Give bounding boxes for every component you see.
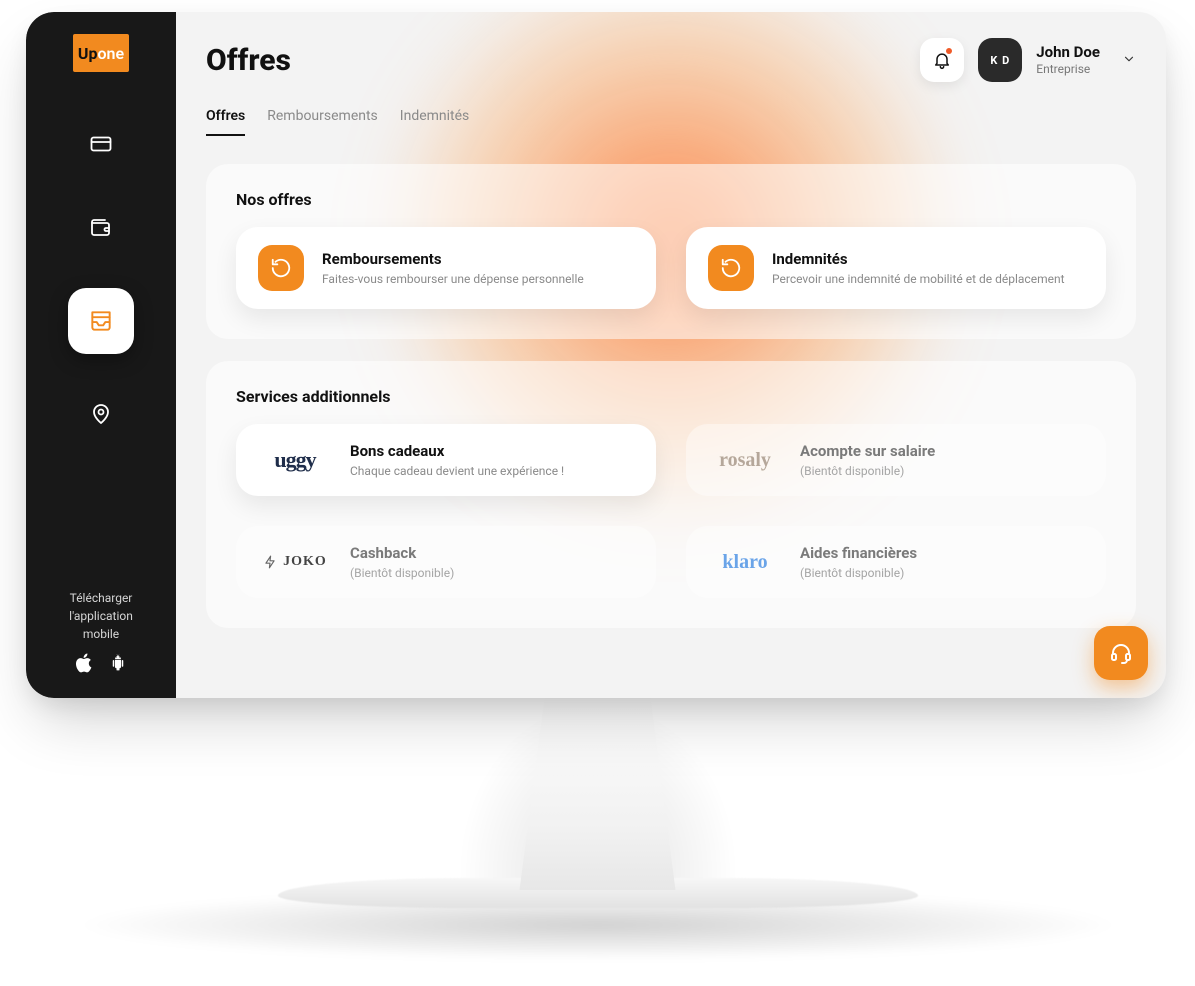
location-pin-icon xyxy=(89,402,113,426)
notifications-button[interactable] xyxy=(920,38,964,82)
sidebar-item-wallet[interactable] xyxy=(77,204,125,252)
sidebar-nav xyxy=(68,120,134,438)
card-subtitle: (Bientôt disponible) xyxy=(800,464,935,478)
card-uggy[interactable]: uggy Bons cadeaux Chaque cadeau devient … xyxy=(236,424,656,496)
brand-logo[interactable]: Upone xyxy=(73,34,129,72)
refresh-icon xyxy=(258,245,304,291)
download-label-1: Télécharger xyxy=(69,589,133,607)
uggy-logo-icon: uggy xyxy=(258,447,332,473)
download-label-2: l'application xyxy=(69,607,133,625)
brand-prefix: Up xyxy=(78,44,98,63)
user-menu[interactable]: John Doe Entreprise xyxy=(1036,43,1100,77)
card-title: Acompte sur salaire xyxy=(800,442,935,460)
tab-label: Offres xyxy=(206,108,245,124)
monitor-screen: Upone Télécharger l'application mobile xyxy=(26,12,1166,698)
offers-panel: Nos offres Remboursements Faites-vous re… xyxy=(206,164,1136,339)
card-title: Bons cadeaux xyxy=(350,442,564,460)
tabs: Offres Remboursements Indemnités xyxy=(176,82,1166,136)
user-name: John Doe xyxy=(1036,43,1100,62)
headset-icon xyxy=(1109,641,1133,665)
offers-panel-title: Nos offres xyxy=(236,190,1106,209)
card-remboursements[interactable]: Remboursements Faites-vous rembourser un… xyxy=(236,227,656,309)
avatar[interactable]: K D xyxy=(978,38,1022,82)
wallet-icon xyxy=(89,216,113,240)
card-subtitle: Faites-vous rembourser une dépense perso… xyxy=(322,272,584,286)
tab-label: Remboursements xyxy=(267,108,378,124)
card-icon xyxy=(89,132,113,156)
tab-remboursements[interactable]: Remboursements xyxy=(267,108,378,136)
card-subtitle: Percevoir une indemnité de mobilité et d… xyxy=(772,272,1065,286)
android-store-icon[interactable] xyxy=(109,653,127,678)
klaro-logo-icon: klaro xyxy=(708,551,782,574)
joko-logo-icon: JOKO xyxy=(258,553,332,571)
card-title: Indemnités xyxy=(772,250,1065,268)
card-title: Aides financières xyxy=(800,544,917,562)
sidebar-item-card[interactable] xyxy=(77,120,125,168)
tab-offres[interactable]: Offres xyxy=(206,108,245,136)
card-subtitle: (Bientôt disponible) xyxy=(800,566,917,580)
page-title: Offres xyxy=(206,43,291,78)
chevron-down-icon[interactable] xyxy=(1122,51,1136,70)
apple-store-icon[interactable] xyxy=(75,653,93,678)
card-subtitle: (Bientôt disponible) xyxy=(350,566,454,580)
support-button[interactable] xyxy=(1094,626,1148,680)
services-panel-title: Services additionnels xyxy=(236,387,1106,406)
card-subtitle: Chaque cadeau devient une expérience ! xyxy=(350,464,564,478)
topbar: Offres K D John Doe Entreprise xyxy=(176,12,1166,82)
sidebar-item-offers[interactable] xyxy=(68,288,134,354)
user-subtitle: Entreprise xyxy=(1036,62,1100,77)
brand-suffix: one xyxy=(97,44,124,63)
card-rosaly: rosaly Acompte sur salaire (Bientôt disp… xyxy=(686,424,1106,496)
joko-logo-text: JOKO xyxy=(283,554,327,570)
tab-indemnites[interactable]: Indemnités xyxy=(400,108,470,136)
card-indemnites[interactable]: Indemnités Percevoir une indemnité de mo… xyxy=(686,227,1106,309)
inbox-icon xyxy=(88,308,114,334)
sidebar-footer: Télécharger l'application mobile xyxy=(69,589,133,678)
card-title: Remboursements xyxy=(322,250,584,268)
download-label-3: mobile xyxy=(69,625,133,643)
services-panel: Services additionnels uggy Bons cadeaux … xyxy=(206,361,1136,628)
sidebar: Upone Télécharger l'application mobile xyxy=(26,12,176,698)
refresh-icon xyxy=(708,245,754,291)
avatar-initials: K D xyxy=(990,54,1010,67)
main-content: Offres K D John Doe Entreprise Offres Re… xyxy=(176,12,1166,698)
tab-label: Indemnités xyxy=(400,108,470,124)
card-joko: JOKO Cashback (Bientôt disponible) xyxy=(236,526,656,598)
card-title: Cashback xyxy=(350,544,454,562)
rosaly-logo-icon: rosaly xyxy=(708,449,782,472)
sidebar-item-location[interactable] xyxy=(77,390,125,438)
card-klaro: klaro Aides financières (Bientôt disponi… xyxy=(686,526,1106,598)
